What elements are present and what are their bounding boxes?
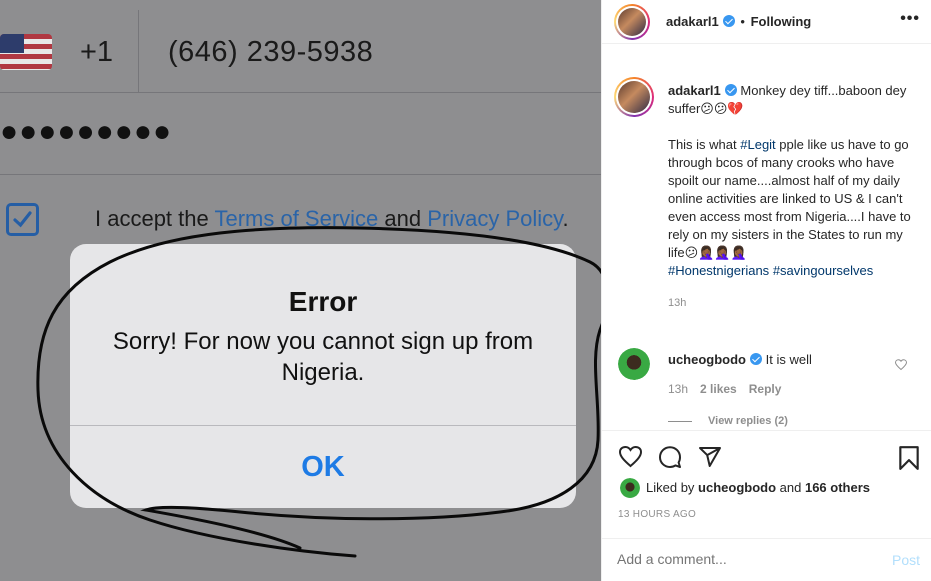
comment-meta: 13h 2 likes Reply (668, 382, 781, 396)
add-comment-input[interactable] (617, 551, 857, 567)
add-comment-bar: Post (602, 538, 931, 581)
view-replies-label: View replies (2) (708, 415, 788, 427)
follow-separator: • (740, 14, 745, 29)
liked-by-others[interactable]: 166 others (805, 480, 870, 495)
comment-bubble-icon[interactable] (658, 445, 682, 469)
post-side-panel: adakarl1 • Following ••• adakarl1 Monkey… (601, 0, 931, 581)
verified-badge-icon (722, 15, 735, 27)
comment: ucheogbodo It is well (668, 351, 898, 369)
comment-like-heart-icon[interactable] (895, 359, 907, 371)
author-avatar[interactable] (614, 4, 650, 40)
hashtag-savingourselves[interactable]: #savingourselves (773, 263, 873, 278)
accept-checkbox-icon (6, 203, 39, 236)
hashtag-legit[interactable]: #Legit (740, 137, 775, 152)
liker-avatar[interactable] (620, 478, 640, 498)
more-options-icon[interactable]: ••• (900, 10, 920, 28)
error-alert-dialog: Error Sorry! For now you cannot sign up … (70, 244, 576, 508)
post-header: adakarl1 • Following ••• (602, 0, 931, 44)
us-flag-icon (0, 34, 52, 70)
alert-message: Sorry! For now you cannot sign up from N… (112, 328, 534, 386)
liked-by-and: and (776, 480, 805, 495)
caption-text-2: pple like us have to go through bcos of … (668, 137, 911, 260)
accept-prefix: I accept the (95, 206, 215, 231)
signup-screenshot-image: +1 (646) 239-5938 ●●●●●●●●● I accept the… (0, 0, 601, 581)
share-send-icon[interactable] (698, 445, 722, 469)
header-line: adakarl1 • Following (666, 14, 811, 29)
password-mask: ●●●●●●●●● (0, 115, 173, 148)
post-action-bar (602, 430, 931, 474)
comment-time: 13h (668, 382, 689, 396)
terms-link: Terms of Service (214, 206, 379, 231)
caption-time: 13h (668, 297, 687, 309)
verified-badge-icon (724, 84, 737, 96)
replies-dash (668, 420, 692, 422)
post-caption: adakarl1 Monkey dey tiff...baboon dey su… (668, 82, 916, 312)
view-replies-link[interactable]: View replies (2) (668, 415, 788, 427)
field-divider (138, 10, 139, 93)
save-bookmark-icon[interactable] (898, 445, 920, 471)
liked-by-text: Liked by ucheogbodo and 166 others (646, 480, 870, 495)
alert-ok-button: OK (301, 451, 345, 483)
comment-likes[interactable]: 2 likes (700, 382, 737, 396)
caption-username[interactable]: adakarl1 (668, 83, 721, 98)
caption-text-1: This is what (668, 137, 741, 152)
commenter-username[interactable]: ucheogbodo (668, 352, 746, 367)
country-code: +1 (80, 36, 114, 68)
following-button[interactable]: Following (751, 14, 812, 29)
commenter-avatar[interactable] (618, 348, 650, 380)
author-username[interactable]: adakarl1 (666, 14, 719, 29)
post-timestamp[interactable]: 13 HOURS AGO (618, 509, 696, 520)
comment-reply-button[interactable]: Reply (749, 382, 782, 396)
like-heart-icon[interactable] (618, 445, 643, 469)
verified-badge-icon (750, 353, 762, 365)
hashtag-honestnigerians[interactable]: #Honestnigerians (668, 263, 769, 278)
password-row: ●●●●●●●●● (0, 93, 601, 175)
comment-text: It is well (765, 352, 812, 367)
liked-by-prefix: Liked by (646, 480, 699, 495)
period: . (562, 206, 569, 231)
privacy-link: Privacy Policy (427, 206, 563, 231)
caption-avatar[interactable] (614, 77, 654, 117)
post-comment-button[interactable]: Post (892, 552, 920, 568)
phone-number-value: (646) 239-5938 (168, 36, 374, 68)
and-text: and (378, 206, 428, 231)
phone-number-row: +1 (646) 239-5938 (0, 0, 601, 93)
liked-by-user[interactable]: ucheogbodo (698, 480, 776, 495)
terms-acceptance-text: I accept the Terms of Service and Privac… (95, 206, 569, 232)
alert-title: Error (288, 286, 358, 317)
